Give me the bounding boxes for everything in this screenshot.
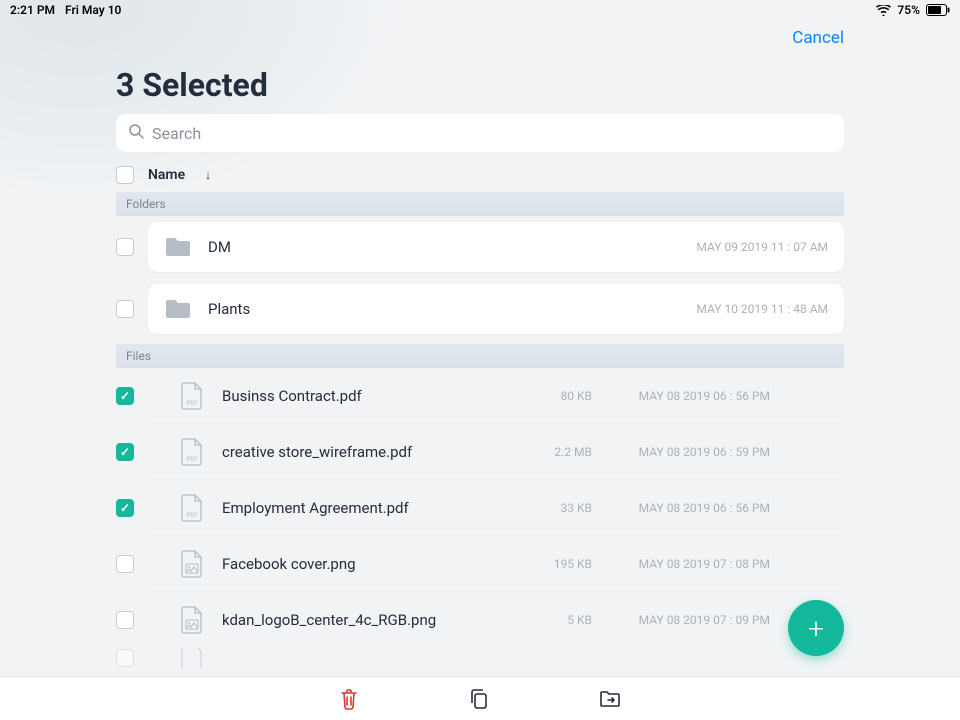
- delete-button[interactable]: [339, 688, 359, 710]
- row-checkbox[interactable]: [116, 611, 134, 629]
- row-checkbox[interactable]: [116, 387, 134, 405]
- file-image-icon: [180, 550, 204, 578]
- cancel-button[interactable]: Cancel: [792, 28, 844, 48]
- list-item[interactable]: PDF Businss Contract.pdf 80 KB MAY 08 20…: [108, 368, 852, 424]
- wifi-icon: [876, 5, 891, 16]
- file-pdf-icon: [180, 648, 204, 668]
- add-button[interactable]: +: [788, 600, 844, 656]
- row-checkbox[interactable]: [116, 499, 134, 517]
- page-title: 3 Selected: [116, 66, 268, 104]
- file-size: 5 KB: [532, 613, 592, 627]
- folder-name: Plants: [208, 300, 696, 318]
- svg-text:PDF: PDF: [186, 512, 198, 519]
- file-name: creative store_wireframe.pdf: [222, 443, 514, 461]
- file-name: Employment Agreement.pdf: [222, 499, 514, 517]
- list-item[interactable]: kdan_logoB_center_4c_RGB.png 5 KB MAY 08…: [108, 592, 852, 648]
- battery-icon: [926, 4, 950, 16]
- header-actions: Cancel: [792, 28, 844, 48]
- list-item[interactable]: Facebook cover.png 195 KB MAY 08 2019 07…: [108, 536, 852, 592]
- file-pdf-icon: PDF: [180, 438, 204, 466]
- file-size: 80 KB: [532, 389, 592, 403]
- section-label: Files: [126, 349, 151, 363]
- row-checkbox[interactable]: [116, 238, 134, 256]
- file-date: MAY 08 2019 06 : 56 PM: [610, 501, 770, 515]
- svg-text:PDF: PDF: [186, 456, 198, 463]
- file-name: kdan_logoB_center_4c_RGB.png: [222, 611, 514, 629]
- folder-icon: [164, 236, 192, 258]
- folder-date: MAY 09 2019 11 : 07 AM: [696, 240, 828, 254]
- column-header-name[interactable]: Name: [148, 167, 185, 183]
- status-time: 2:21 PM: [10, 3, 55, 17]
- list-item[interactable]: DM MAY 09 2019 11 : 07 AM: [108, 216, 852, 278]
- row-checkbox[interactable]: [116, 443, 134, 461]
- folder-name: DM: [208, 238, 696, 256]
- file-size: 195 KB: [532, 557, 592, 571]
- list-item[interactable]: PDF Employment Agreement.pdf 33 KB MAY 0…: [108, 480, 852, 536]
- list-item[interactable]: Plants MAY 10 2019 11 : 48 AM: [108, 278, 852, 340]
- trash-icon: [339, 688, 359, 710]
- status-date: Fri May 10: [65, 3, 121, 17]
- search-bar[interactable]: [116, 114, 844, 152]
- folder-icon: [164, 298, 192, 320]
- move-button[interactable]: [599, 690, 621, 708]
- folder-card[interactable]: DM MAY 09 2019 11 : 07 AM: [148, 222, 844, 272]
- file-image-icon: [180, 606, 204, 634]
- file-name: Facebook cover.png: [222, 555, 514, 573]
- plus-icon: +: [808, 612, 824, 645]
- svg-text:PDF: PDF: [186, 400, 198, 407]
- row-checkbox[interactable]: [116, 300, 134, 318]
- folder-card[interactable]: Plants MAY 10 2019 11 : 48 AM: [148, 284, 844, 334]
- move-folder-icon: [599, 690, 621, 708]
- file-date: MAY 08 2019 07 : 09 PM: [610, 613, 770, 627]
- file-list: Folders DM MAY 09 2019 11 : 07 AM Plants…: [108, 192, 852, 674]
- search-input[interactable]: [152, 124, 832, 143]
- folder-date: MAY 10 2019 11 : 48 AM: [696, 302, 828, 316]
- file-pdf-icon: PDF: [180, 382, 204, 410]
- copy-button[interactable]: [469, 688, 489, 710]
- select-all-checkbox[interactable]: [116, 166, 134, 184]
- section-header-folders: Folders: [116, 192, 844, 216]
- file-date: MAY 08 2019 07 : 08 PM: [610, 557, 770, 571]
- row-checkbox[interactable]: [116, 649, 134, 667]
- list-header: Name ↓: [116, 166, 844, 184]
- sort-arrow-icon[interactable]: ↓: [205, 168, 211, 182]
- status-bar: 2:21 PM Fri May 10 75%: [0, 0, 960, 20]
- bottom-toolbar: [0, 676, 960, 720]
- search-icon: [128, 123, 144, 143]
- file-date: MAY 08 2019 06 : 56 PM: [610, 389, 770, 403]
- file-name: Businss Contract.pdf: [222, 387, 514, 405]
- row-checkbox[interactable]: [116, 555, 134, 573]
- list-item[interactable]: [108, 648, 852, 668]
- copy-icon: [469, 688, 489, 710]
- section-label: Folders: [126, 197, 166, 211]
- file-size: 33 KB: [532, 501, 592, 515]
- list-item[interactable]: PDF creative store_wireframe.pdf 2.2 MB …: [108, 424, 852, 480]
- file-date: MAY 08 2019 06 : 59 PM: [610, 445, 770, 459]
- battery-percentage: 75%: [897, 3, 920, 17]
- section-header-files: Files: [116, 344, 844, 368]
- file-pdf-icon: PDF: [180, 494, 204, 522]
- file-size: 2.2 MB: [532, 445, 592, 459]
